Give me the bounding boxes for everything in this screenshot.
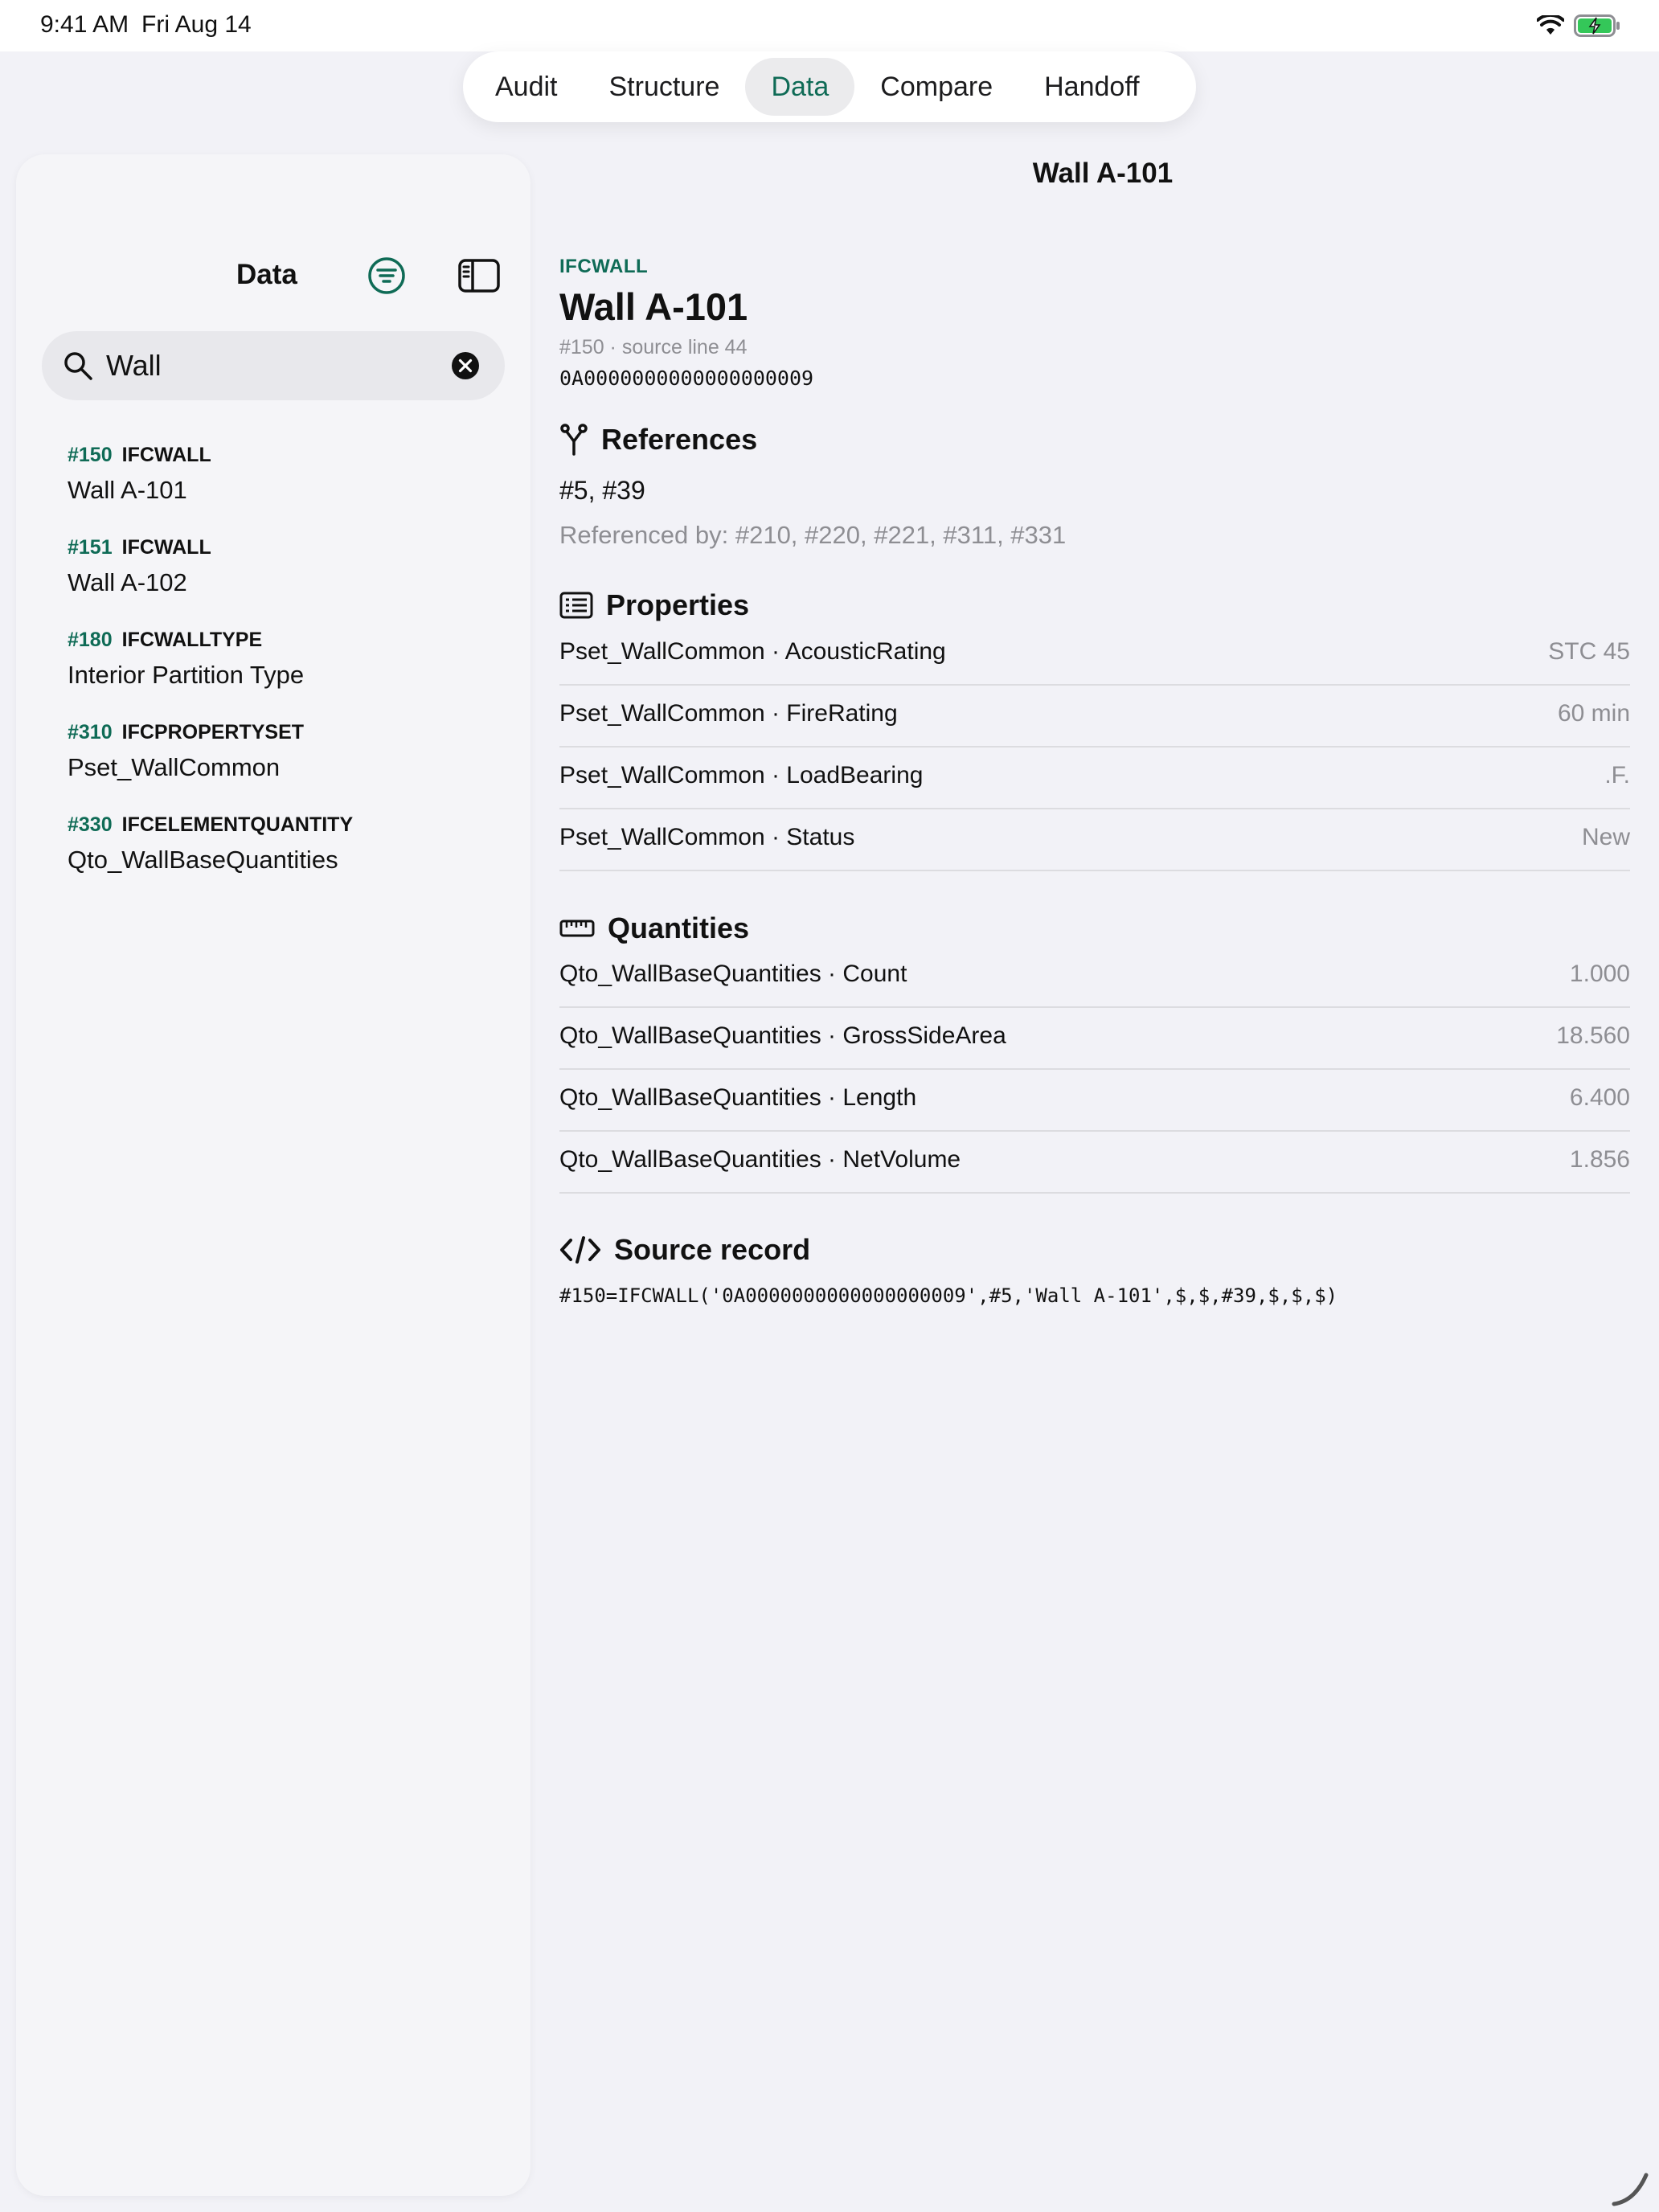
source-record-text: #150=IFCWALL('0A0000000000000000009',#5,… [559, 1284, 1338, 1307]
properties-list-icon [559, 592, 593, 619]
source-heading: Source record [614, 1233, 811, 1266]
result-name: Interior Partition Type [68, 661, 305, 689]
source-header: Source record [559, 1233, 810, 1267]
search-field [42, 331, 505, 400]
result-name: Wall A-102 [68, 568, 187, 596]
quantity-key: Qto_WallBaseQuantities · Count [559, 961, 907, 987]
clear-search-icon[interactable] [450, 350, 481, 381]
property-value: 60 min [1557, 700, 1630, 727]
result-item[interactable]: #180 IFCWALLTYPE Interior Partition Type [68, 629, 502, 701]
tab-compare[interactable]: Compare [854, 58, 1018, 116]
wifi-icon [1537, 15, 1564, 35]
result-name: Pset_WallCommon [68, 753, 281, 781]
properties-header: Properties [559, 588, 749, 622]
search-input[interactable] [106, 344, 444, 387]
property-key: Pset_WallCommon · Status [559, 824, 855, 850]
status-bar: 9:41 AM Fri Aug 14 [0, 0, 1659, 51]
result-id: #310 [68, 721, 113, 743]
resize-handle-icon[interactable] [1611, 2170, 1651, 2207]
property-row: Pset_WallCommon · AcousticRating STC 45 [559, 624, 1630, 686]
ruler-icon [559, 920, 595, 937]
code-icon [560, 1236, 600, 1264]
sidebar-toggle-icon[interactable] [458, 259, 500, 293]
status-date: Fri Aug 14 [141, 11, 252, 38]
property-key: Pset_WallCommon · FireRating [559, 700, 898, 727]
quantity-value: 18.560 [1556, 1022, 1630, 1049]
result-id: #330 [68, 813, 113, 836]
property-row: Pset_WallCommon · FireRating 60 min [559, 686, 1630, 748]
entity-meta: #150 · source line 44 [559, 336, 748, 358]
quantity-key: Qto_WallBaseQuantities · NetVolume [559, 1146, 961, 1173]
result-type: IFCWALLTYPE [121, 629, 263, 651]
result-type: IFCWALL [121, 444, 211, 466]
quantity-key: Qto_WallBaseQuantities · GrossSideArea [559, 1022, 1006, 1049]
properties-heading: Properties [606, 588, 750, 621]
status-icons [1537, 13, 1620, 39]
references-list[interactable]: #5, #39 [559, 476, 645, 506]
entity-name: Wall A-101 [559, 285, 748, 328]
result-type: IFCPROPERTYSET [121, 721, 305, 743]
result-type: IFCELEMENTQUANTITY [121, 813, 354, 836]
quantity-value: 1.856 [1569, 1146, 1630, 1173]
quantity-value: 6.400 [1569, 1084, 1630, 1111]
quantity-row: Qto_WallBaseQuantities · Length 6.400 [559, 1070, 1630, 1132]
property-key: Pset_WallCommon · AcousticRating [559, 638, 946, 665]
filter-icon[interactable] [367, 256, 407, 296]
references-header: References [559, 423, 757, 457]
detail-nav-title: Wall A-101 [1032, 158, 1174, 189]
property-key: Pset_WallCommon · LoadBearing [559, 762, 924, 789]
tab-handoff[interactable]: Handoff [1018, 58, 1165, 116]
top-tab-bar: Audit Structure Data Compare Handoff [463, 51, 1196, 122]
quantity-row: Qto_WallBaseQuantities · NetVolume 1.856 [559, 1132, 1630, 1194]
quantities-header: Quantities [559, 911, 749, 945]
quantity-value: 1.000 [1569, 961, 1630, 987]
tab-audit[interactable]: Audit [469, 58, 584, 116]
battery-charging-icon [1574, 14, 1620, 37]
property-value: STC 45 [1548, 638, 1630, 665]
referenced-by-list: Referenced by: #210, #220, #221, #311, #… [559, 521, 1067, 549]
status-time: 9:41 AM [40, 11, 129, 38]
quantities-heading: Quantities [608, 911, 750, 944]
result-item[interactable]: #330 IFCELEMENTQUANTITY Qto_WallBaseQuant… [68, 813, 502, 886]
property-value: New [1581, 824, 1630, 850]
tab-structure[interactable]: Structure [584, 58, 746, 116]
tab-data[interactable]: Data [745, 58, 855, 116]
property-row: Pset_WallCommon · LoadBearing .F. [559, 748, 1630, 809]
entity-type: IFCWALL [559, 256, 649, 277]
result-name: Wall A-101 [68, 476, 187, 504]
references-branch-icon [560, 424, 588, 456]
quantity-key: Qto_WallBaseQuantities · Length [559, 1084, 917, 1111]
result-id: #180 [68, 629, 113, 651]
result-item[interactable]: #150 IFCWALL Wall A-101 [68, 444, 502, 516]
result-item[interactable]: #310 IFCPROPERTYSET Pset_WallCommon [68, 721, 502, 793]
sidebar-title: Data [236, 259, 297, 290]
quantity-row: Qto_WallBaseQuantities · GrossSideArea 1… [559, 1008, 1630, 1070]
result-item[interactable]: #151 IFCWALL Wall A-102 [68, 536, 502, 608]
references-heading: References [601, 423, 758, 456]
result-id: #150 [68, 444, 113, 466]
result-id: #151 [68, 536, 113, 559]
property-value: .F. [1604, 762, 1630, 789]
quantity-row: Qto_WallBaseQuantities · Count 1.000 [559, 946, 1630, 1008]
search-icon [64, 352, 92, 380]
result-type: IFCWALL [121, 536, 211, 559]
entity-guid: 0A0000000000000000009 [559, 367, 814, 390]
property-row: Pset_WallCommon · Status New [559, 809, 1630, 871]
result-name: Qto_WallBaseQuantities [68, 846, 338, 874]
